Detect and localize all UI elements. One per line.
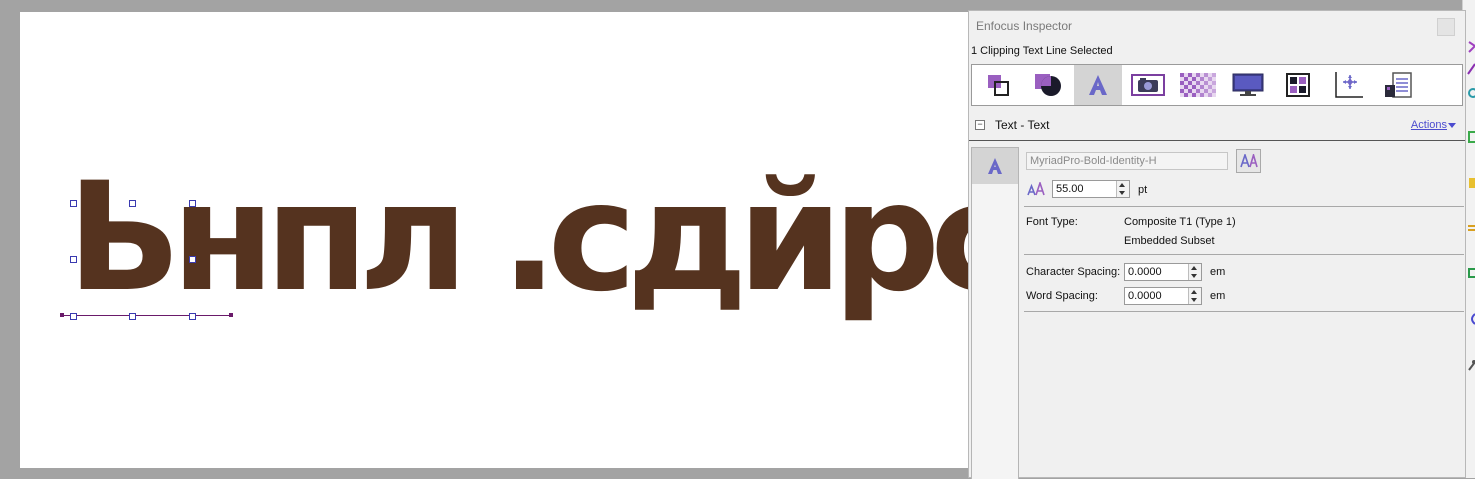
tool-icon[interactable] (1467, 40, 1475, 54)
selection-handle[interactable] (70, 256, 77, 263)
font-size-stepper[interactable] (1116, 181, 1129, 197)
side-tab-text[interactable] (972, 148, 1018, 184)
tab-monitor[interactable] (1224, 65, 1272, 105)
tab-image[interactable] (1124, 65, 1172, 105)
tool-icon[interactable] (1467, 130, 1475, 144)
font-size-input[interactable]: 55.00 (1052, 180, 1130, 198)
selection-handle[interactable] (70, 200, 77, 207)
tool-icon[interactable] (1467, 176, 1475, 190)
tool-icon[interactable] (1467, 358, 1475, 372)
selection-handle[interactable] (189, 256, 196, 263)
baseline-end-handle[interactable] (229, 313, 233, 317)
tab-transparency[interactable] (1174, 65, 1222, 105)
selection-bounding-box (70, 200, 196, 320)
text-icon (1089, 75, 1107, 95)
close-button[interactable] (1437, 18, 1455, 36)
section-divider (969, 140, 1465, 141)
font-size-value: 55.00 (1056, 183, 1084, 195)
text-icon (988, 158, 1002, 174)
selection-handle[interactable] (129, 313, 136, 320)
object-icon (988, 75, 1009, 96)
tab-object[interactable] (974, 65, 1022, 105)
transparency-icon (1180, 73, 1216, 97)
character-spacing-label: Character Spacing: (1026, 266, 1121, 278)
character-spacing-unit: em (1210, 266, 1226, 278)
font-type-value: Composite T1 (Type 1) (1124, 216, 1236, 228)
word-spacing-input[interactable]: 0.0000 (1124, 287, 1202, 305)
section-title: Text - Text (995, 118, 1050, 132)
tool-icon[interactable] (1467, 222, 1475, 236)
word-spacing-label: Word Spacing: (1026, 290, 1098, 302)
position-icon (1335, 72, 1363, 98)
font-size-unit: pt (1138, 184, 1148, 196)
tab-fill-stroke[interactable] (1024, 65, 1072, 105)
selection-handle[interactable] (189, 200, 196, 207)
collapse-toggle[interactable]: − (975, 120, 985, 130)
tab-position[interactable] (1324, 65, 1372, 105)
tab-text[interactable] (1074, 65, 1122, 105)
selection-handle[interactable] (129, 200, 136, 207)
section-header: − Text - Text Actions (969, 117, 1465, 139)
font-type-label: Font Type: (1026, 216, 1078, 228)
character-spacing-stepper[interactable] (1188, 264, 1201, 280)
tool-icon[interactable] (1467, 86, 1475, 100)
character-spacing-input[interactable]: 0.0000 (1124, 263, 1202, 281)
word-spacing-stepper[interactable] (1188, 288, 1201, 304)
tab-properties[interactable] (1374, 65, 1422, 105)
baseline-start-handle[interactable] (60, 313, 64, 317)
tool-icon[interactable] (1467, 312, 1475, 326)
word-spacing-unit: em (1210, 290, 1226, 302)
chevron-down-icon[interactable] (1448, 123, 1456, 128)
actions-menu-link[interactable]: Actions (1411, 119, 1447, 131)
color-icon (1286, 73, 1310, 97)
font-size-icon (1027, 182, 1045, 196)
monitor-icon (1232, 73, 1264, 96)
enfocus-inspector-panel: Enfocus Inspector 1 Clipping Text Line S… (968, 10, 1466, 479)
image-icon (1131, 74, 1165, 96)
divider (1024, 311, 1464, 312)
divider (1024, 206, 1464, 207)
document-page: Ьнпл .сдйрс (20, 12, 1019, 468)
selection-info: 1 Clipping Text Line Selected (971, 45, 1113, 57)
panel-title-bar[interactable]: Enfocus Inspector (969, 11, 1465, 41)
inspector-tab-bar (971, 64, 1463, 106)
properties-icon (1385, 72, 1412, 98)
font-embedding-value: Embedded Subset (1124, 235, 1215, 247)
side-tab-column (971, 147, 1019, 479)
selection-handle[interactable] (189, 313, 196, 320)
selection-handle[interactable] (70, 313, 77, 320)
divider (1024, 254, 1464, 255)
tool-icon[interactable] (1467, 62, 1475, 76)
word-spacing-value: 0.0000 (1128, 290, 1162, 302)
tab-color[interactable] (1274, 65, 1322, 105)
fill-stroke-icon (1035, 74, 1061, 96)
font-name-field[interactable]: MyriadPro-Bold-Identity-H (1026, 152, 1228, 170)
change-font-button[interactable] (1236, 149, 1261, 173)
document-text[interactable]: Ьнпл .сдйрс (67, 163, 1019, 313)
text-properties-content: MyriadPro-Bold-Identity-H 55.00 pt Font … (969, 147, 1465, 479)
panel-title: Enfocus Inspector (976, 19, 1073, 33)
tool-icon[interactable] (1467, 266, 1475, 280)
font-substitute-icon (1239, 154, 1258, 168)
character-spacing-value: 0.0000 (1128, 266, 1162, 278)
